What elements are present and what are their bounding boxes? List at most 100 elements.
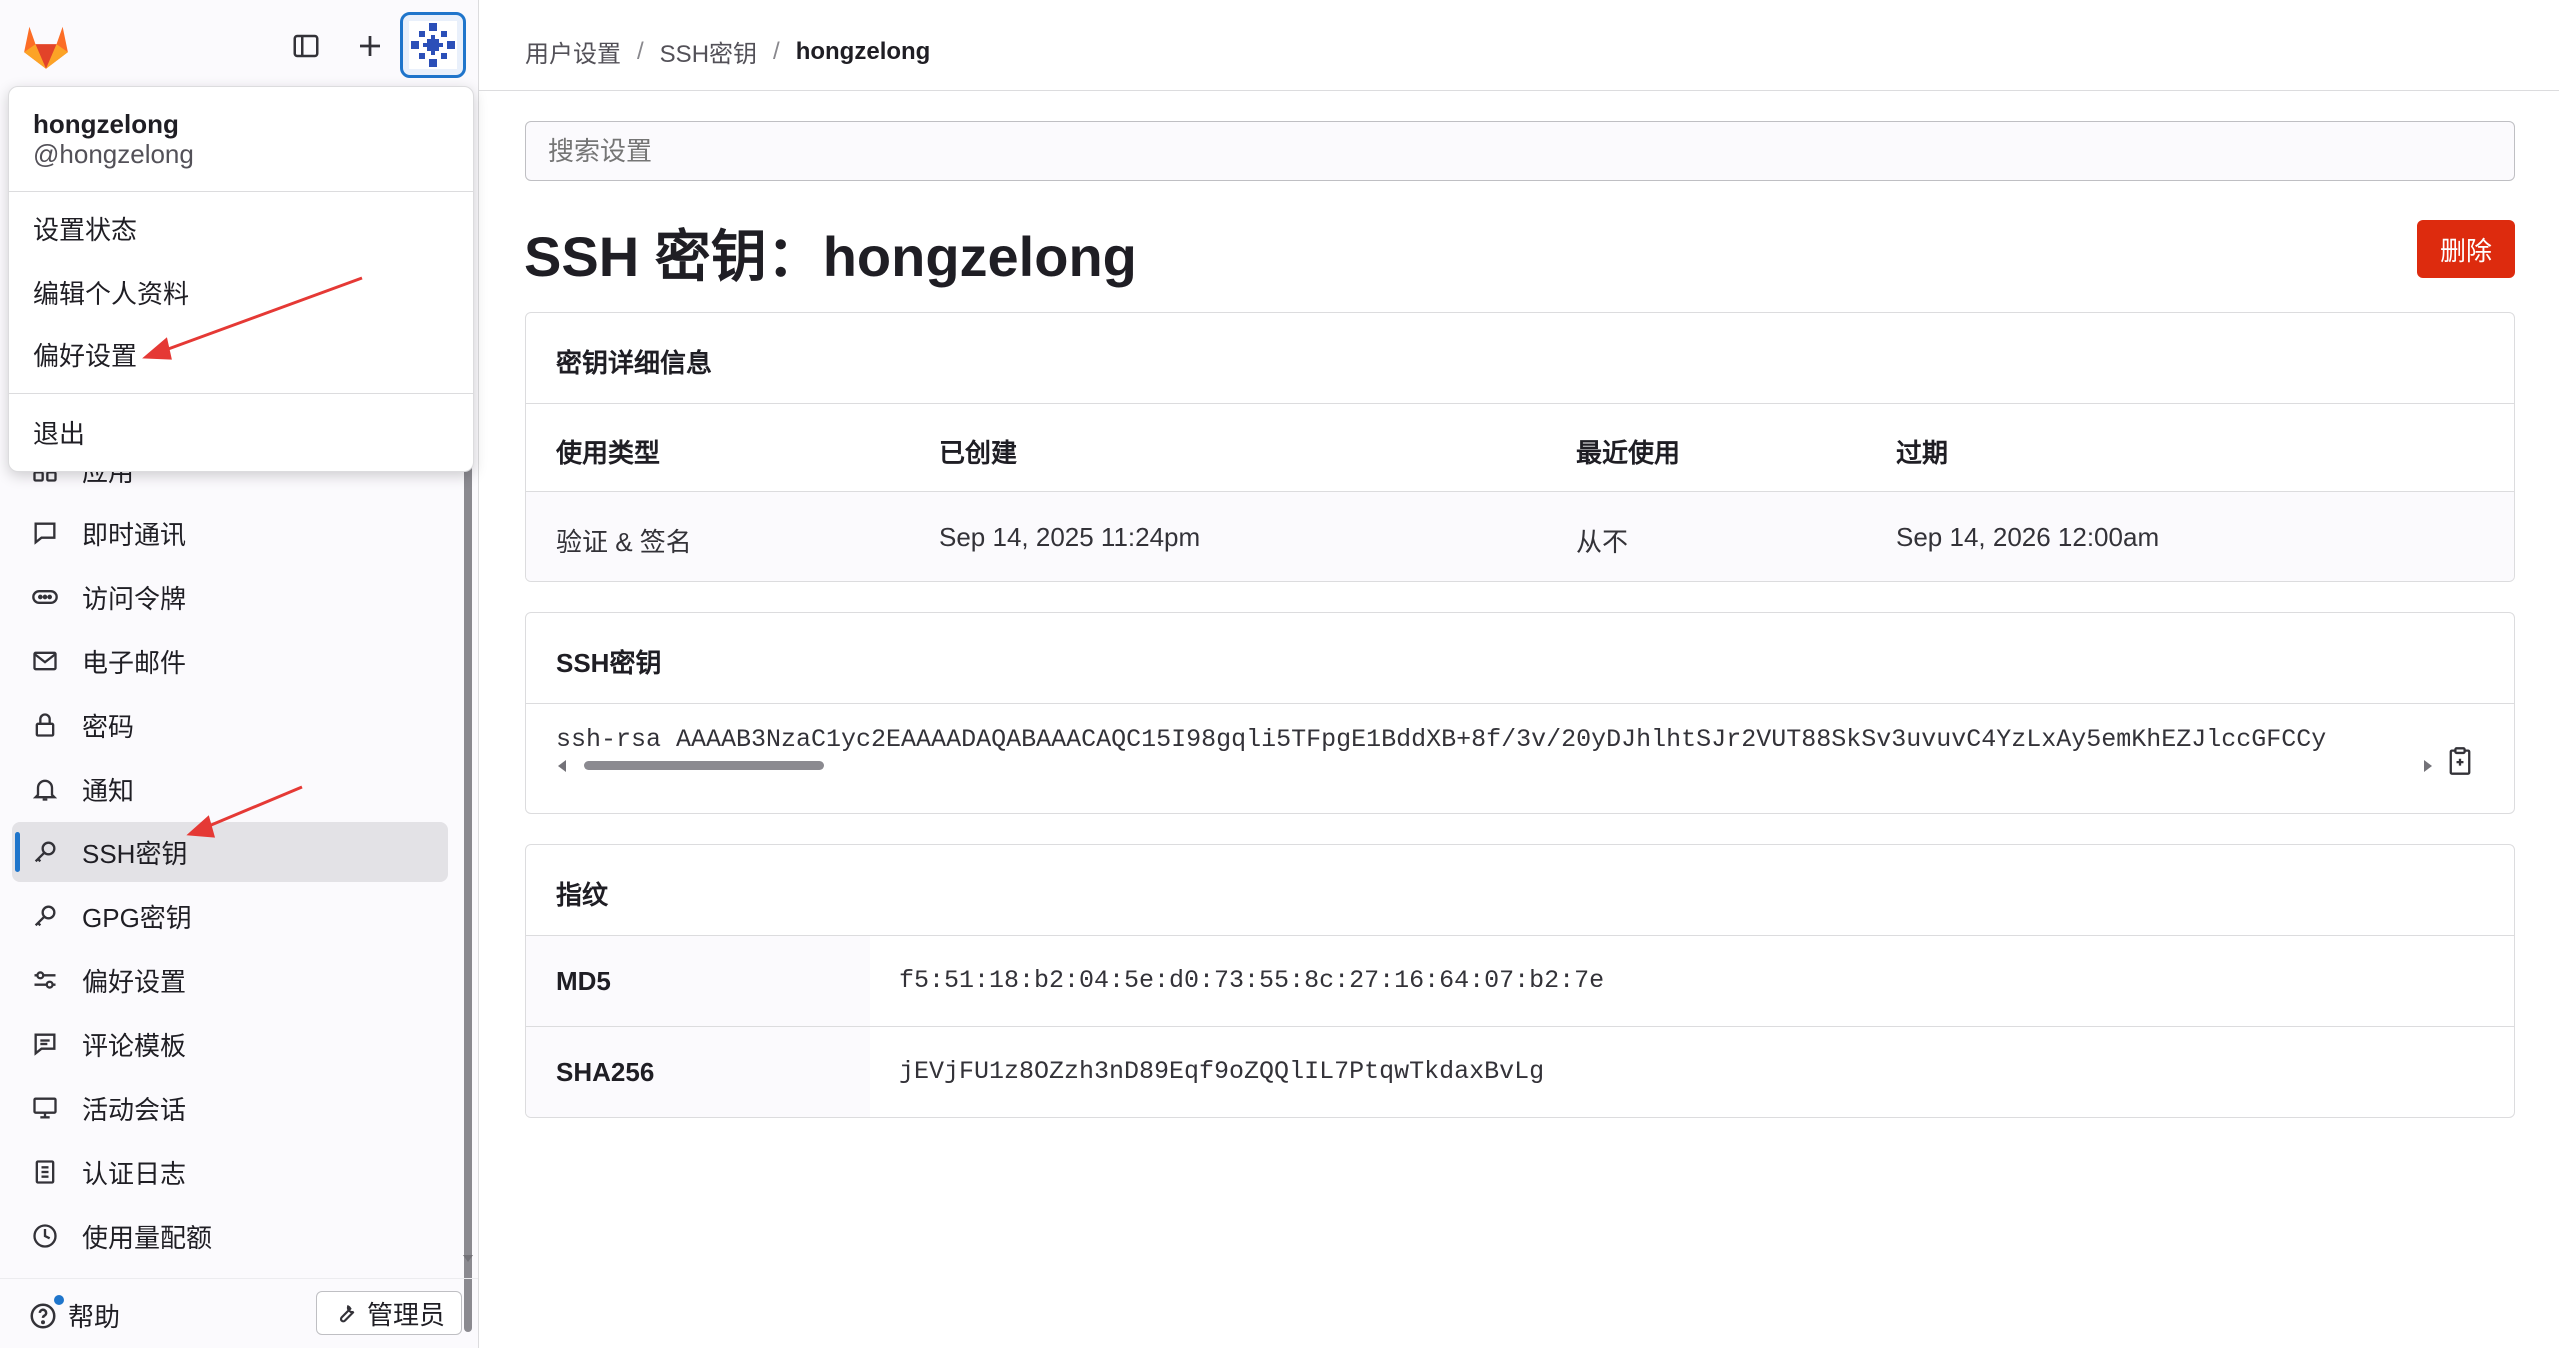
column-header: 最近使用 [1576, 438, 1681, 468]
help-notification-dot [54, 1295, 64, 1305]
breadcrumb: 用户设置 / SSH密钥 / hongzelong [525, 34, 930, 69]
comment-icon [28, 516, 62, 550]
help-label: 帮助 [68, 1302, 121, 1332]
plus-icon [360, 36, 380, 56]
fingerprint-label: MD5 [556, 966, 611, 996]
nav-item-comment-templates[interactable]: 评论模板 [12, 1014, 448, 1074]
column-header: 使用类型 [556, 438, 661, 468]
mail-icon [28, 644, 62, 678]
admin-label: 管理员 [366, 1299, 445, 1330]
card-title: SSH密钥 [556, 648, 662, 678]
comment-template-icon [28, 1027, 62, 1061]
divider [9, 393, 473, 394]
key-scroll-thumb[interactable] [584, 761, 824, 770]
nav-item-label: 电子邮件 [82, 647, 187, 678]
admin-area-button[interactable]: 管理员 [316, 1291, 462, 1335]
key-horizontal-scrollbar[interactable] [556, 757, 2446, 773]
user-avatar-button[interactable] [400, 12, 466, 78]
card-title: 密钥详细信息 [556, 348, 713, 378]
token-icon [28, 580, 62, 614]
column-header: 已创建 [939, 438, 1018, 468]
fingerprints-card: 指纹 MD5 f5:51:18:b2:04:5e:d0:73:55:8c:27:… [525, 844, 2515, 1118]
create-new-button[interactable] [344, 20, 396, 72]
monitor-icon [28, 1091, 62, 1125]
sidebar-header [0, 0, 478, 92]
bell-icon [28, 772, 62, 806]
page-title: SSH 密钥：hongzelong [524, 225, 1137, 288]
gitlab-logo-icon[interactable] [18, 18, 74, 74]
sidebar-footer: 帮助 管理员 [0, 1278, 478, 1349]
nav-item-label: 访问令牌 [82, 583, 187, 614]
delete-button[interactable]: 删除 [2417, 220, 2515, 278]
key-icon [28, 835, 62, 869]
clipboard-icon [2449, 747, 2471, 775]
nav-item-label: 使用量配额 [82, 1222, 213, 1253]
nav-item-access-tokens[interactable]: 访问令牌 [12, 567, 448, 627]
fingerprint-label: SHA256 [556, 1057, 655, 1087]
nav-item-chat[interactable]: 即时通讯 [12, 503, 448, 563]
nav-item-notifications[interactable]: 通知 [12, 759, 448, 819]
nav-item-label: 即时通讯 [82, 519, 187, 550]
table-header-row: 使用类型 已创建 最近使用 过期 [526, 403, 2514, 492]
nav-item-gpg-keys[interactable]: GPG密钥 [12, 886, 448, 946]
edit-profile-item[interactable]: 编辑个人资料 [9, 263, 473, 321]
user-menu-name[interactable]: hongzelong [33, 109, 179, 140]
nav-item-active-sessions[interactable]: 活动会话 [12, 1078, 448, 1138]
user-menu-dropdown: hongzelong @hongzelong 设置状态 编辑个人资料 偏好设置 … [8, 86, 474, 472]
divider [9, 191, 473, 192]
last-used-value: 从不 [1576, 527, 1629, 557]
help-button[interactable]: 帮助 [28, 1295, 121, 1334]
nav-item-label: 偏好设置 [82, 966, 187, 997]
ssh-key-card: SSH密钥 ssh-rsa AAAAB3NzaC1yc2EAAAADAQABAA… [525, 612, 2515, 814]
breadcrumb-user-settings[interactable]: 用户设置 [525, 34, 621, 69]
card-header: 指纹 [526, 845, 2514, 936]
nav-item-label: 密码 [82, 711, 135, 742]
breadcrumb-ssh-keys[interactable]: SSH密钥 [660, 34, 757, 69]
quota-icon [28, 1219, 62, 1253]
question-icon [30, 1303, 56, 1328]
scroll-right-icon[interactable] [2422, 759, 2434, 773]
sign-out-item[interactable]: 退出 [9, 403, 473, 461]
nav-item-password[interactable]: 密码 [12, 695, 448, 755]
breadcrumb-current[interactable]: hongzelong [796, 38, 931, 66]
nav-item-auth-log[interactable]: 认证日志 [12, 1142, 448, 1202]
nav-item-usage-quotas[interactable]: 使用量配额 [12, 1206, 448, 1266]
card-header: SSH密钥 [526, 613, 2514, 704]
scroll-down-icon[interactable] [462, 1252, 474, 1264]
sha256-fingerprint-value: jEVjFU1z8OZzh3nD89Eqf9oZQQlIL7PtqwTkdaxB… [899, 1057, 1545, 1086]
usage-type-value: 验证 & 签名 [556, 527, 692, 557]
row-label-cell: SHA256 [526, 1027, 870, 1117]
copy-key-button[interactable] [2440, 741, 2480, 781]
md5-fingerprint-value: f5:51:18:b2:04:5e:d0:73:55:8c:27:16:64:0… [899, 966, 1605, 995]
search-settings-input[interactable] [525, 121, 2515, 181]
user-menu-handle[interactable]: @hongzelong [33, 139, 194, 170]
nav-item-label: 通知 [82, 775, 135, 806]
preferences-item[interactable]: 偏好设置 [9, 325, 473, 383]
table-row: 验证 & 签名 Sep 14, 2025 11:24pm 从不 Sep 14, … [526, 492, 2514, 581]
ssh-key-value[interactable]: ssh-rsa AAAAB3NzaC1yc2EAAAADAQABAAACAQC1… [556, 725, 2446, 754]
nav-item-label: GPG密钥 [82, 902, 192, 933]
nav-item-label: 认证日志 [82, 1158, 187, 1189]
nav-item-label: 评论模板 [82, 1030, 187, 1061]
row-label-cell: MD5 [526, 936, 870, 1026]
expires-value: Sep 14, 2026 12:00am [1896, 522, 2160, 552]
scroll-left-icon[interactable] [556, 759, 568, 773]
toggle-sidebar-button[interactable] [280, 20, 332, 72]
breadcrumb-separator: / [773, 37, 780, 65]
top-bar: 用户设置 / SSH密钥 / hongzelong [479, 0, 2559, 91]
lock-icon [28, 708, 62, 742]
set-status-item[interactable]: 设置状态 [9, 199, 473, 257]
card-header: 密钥详细信息 [526, 313, 2514, 404]
nav-item-emails[interactable]: 电子邮件 [12, 631, 448, 691]
card-title: 指纹 [556, 880, 609, 910]
table-row: SHA256 jEVjFU1z8OZzh3nD89Eqf9oZQQlIL7Ptq… [526, 1027, 2514, 1117]
wrench-icon [339, 1305, 355, 1323]
nav-item-ssh-keys[interactable]: SSH密钥 [12, 822, 448, 882]
sidebar-toggle-icon [293, 34, 319, 58]
nav-item-preferences[interactable]: 偏好设置 [12, 950, 448, 1010]
nav-item-label: 活动会话 [82, 1094, 187, 1125]
key-icon [28, 899, 62, 933]
created-value: Sep 14, 2025 11:24pm [939, 522, 1201, 552]
log-icon [28, 1155, 62, 1189]
key-details-card: 密钥详细信息 使用类型 已创建 最近使用 过期 验证 & 签名 Sep 14, … [525, 312, 2515, 582]
